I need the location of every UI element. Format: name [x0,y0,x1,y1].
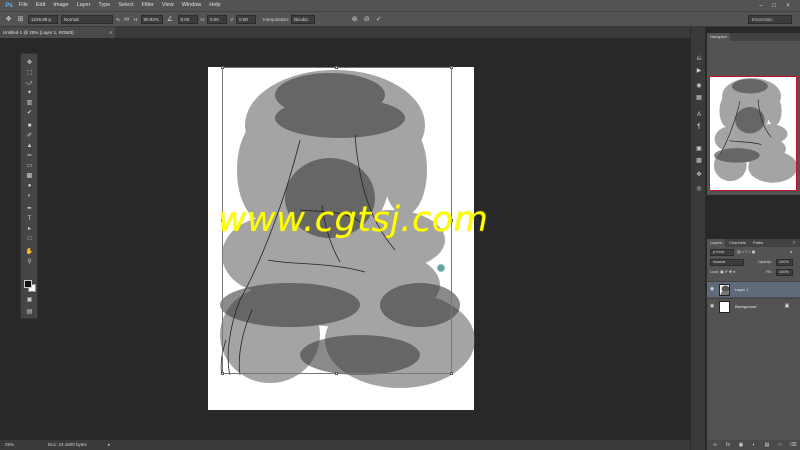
navigator-tab-bar: Navigator [707,33,800,41]
tab-paths[interactable]: Paths [750,239,766,247]
transform-handle-top-left[interactable] [221,66,224,69]
properties-panel-icon[interactable]: ◎ [694,185,704,193]
fill-label: Fill: [766,270,772,274]
fill-field[interactable]: 100% [776,269,793,276]
lock-options-icons[interactable]: ▣ ✐ ✥ ● [720,269,735,276]
layer-name-layer-1[interactable]: Layer 1 [735,282,748,298]
layer-style-icon[interactable]: fx [724,441,732,449]
visibility-eye-icon[interactable]: ◉ [709,303,715,309]
lock-label: Lock: [710,270,720,274]
background-thumbnail [719,301,730,313]
color-panel-icon[interactable]: ◉ [694,82,704,90]
link-layers-icon[interactable]: ∞ [711,441,719,449]
layers-panel-footer: ∞ fx ▣ ◐ ▤ □ ⌫ [707,440,800,450]
panel-dock-strip: ⎌ ▶ ◉ ▦ A ¶ ▣ ▩ ✥ ◎ [690,27,706,450]
layer-row-background[interactable]: ◉ Background ▣ [707,298,800,314]
layer-row-layer-1[interactable]: ◉ Layer 1 [707,281,800,297]
delete-layer-icon[interactable]: ⌫ [789,441,797,449]
paragraph-panel-icon[interactable]: ¶ [694,123,704,131]
opacity-label: Opacity: [758,260,772,264]
brush-panel-icon[interactable]: ▣ [694,145,704,153]
character-panel-icon[interactable]: A [694,111,704,119]
transform-handle-bottom-left[interactable] [221,372,224,375]
brush-presets-icon[interactable]: ▩ [694,157,704,165]
filter-toggle-icon[interactable]: ● [790,249,792,256]
transform-handle-bottom-right[interactable] [450,372,453,375]
tool-presets-icon[interactable]: ✥ [694,171,704,179]
layer-filter-kind-select[interactable]: ρ Kind [710,249,734,256]
lock-icon[interactable]: ▣ [784,303,790,310]
layer-1-thumbnail [719,284,730,296]
watermark-text: www.cgtsj.com [218,200,489,240]
adjustment-layer-icon[interactable]: ◐ [750,441,758,449]
status-bar: 25% Doc: 24.1M/0 bytes ▸ [0,440,690,450]
new-group-icon[interactable]: ▤ [763,441,771,449]
swatches-panel-icon[interactable]: ▦ [694,94,704,102]
layer-blend-mode-select[interactable]: Normal [710,259,744,266]
history-panel-icon[interactable]: ⎌ [694,55,704,63]
transform-handle-bottom[interactable] [335,372,338,375]
status-menu-arrow-icon[interactable]: ▸ [108,440,110,450]
transform-handle-top[interactable] [335,66,338,69]
layer-name-background[interactable]: Background [735,299,756,315]
foreground-color-swatch[interactable] [24,280,32,288]
tab-layers[interactable]: Layers [707,239,726,247]
add-mask-icon[interactable]: ▣ [737,441,745,449]
panel-menu-icon[interactable]: ≡ [790,239,798,247]
transform-handle-top-right[interactable] [450,66,453,69]
tab-navigator[interactable]: Navigator [707,33,731,41]
visibility-eye-icon[interactable]: ◉ [709,286,715,292]
navigator-view-frame[interactable] [709,76,797,191]
layers-panel: Layers Channels Paths ≡ ρ Kind ▤ ◑ T □ ▣… [707,239,800,450]
layers-tab-bar: Layers Channels Paths ≡ [707,239,800,247]
actions-panel-icon[interactable]: ▶ [694,67,704,75]
new-layer-icon[interactable]: □ [776,441,784,449]
zoom-level[interactable]: 25% [5,440,14,450]
opacity-field[interactable]: 100% [776,259,793,266]
photoshop-window: Ps File Edit Image Layer Type Select Fil… [0,0,800,450]
tab-channels[interactable]: Channels [726,239,749,247]
document-size-info: Doc: 24.1M/0 bytes [48,442,87,447]
filter-icons[interactable]: ▤ ◑ T □ ▣ [737,249,755,256]
